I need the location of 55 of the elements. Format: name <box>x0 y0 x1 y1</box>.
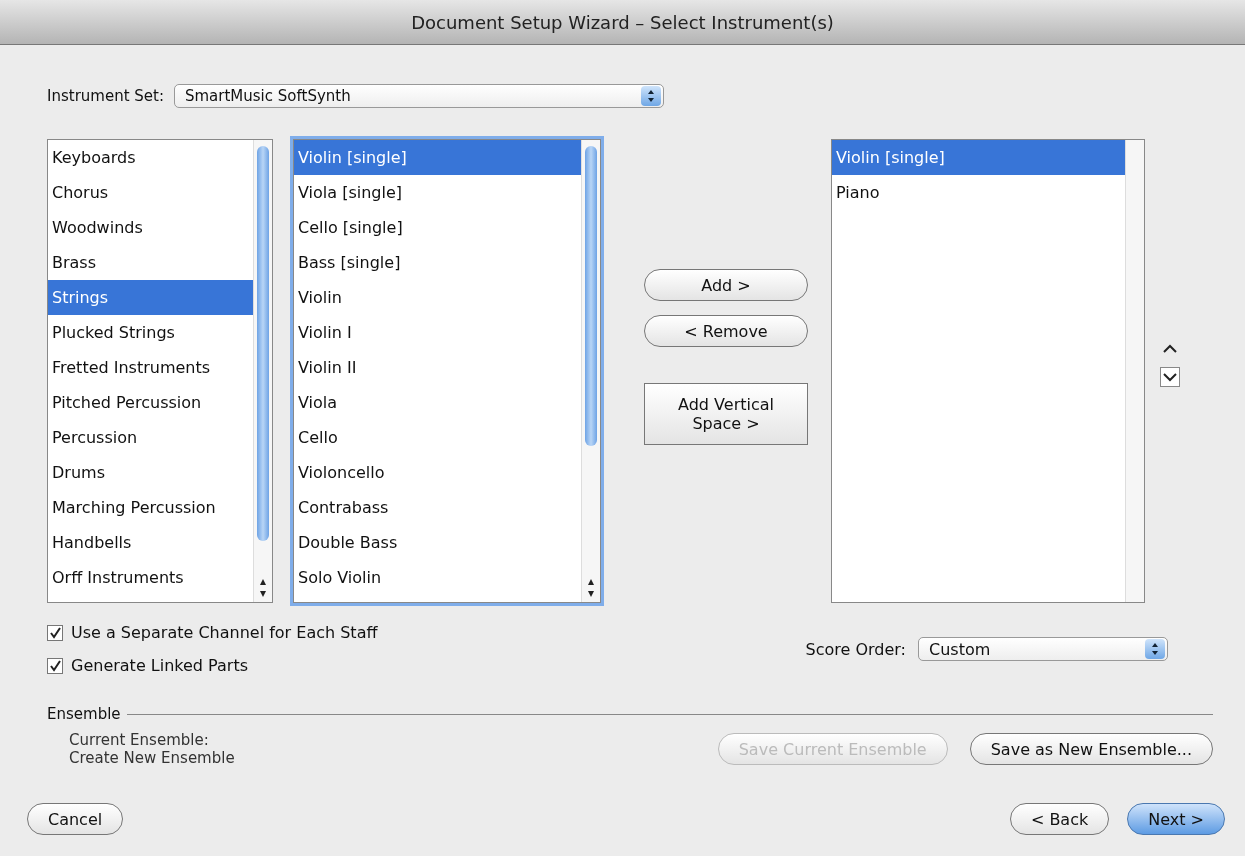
list-item[interactable]: Cello <box>294 420 581 455</box>
list-item[interactable]: Keyboards <box>48 140 253 175</box>
list-item[interactable]: Violoncello <box>294 455 581 490</box>
list-item[interactable]: Handbells <box>48 525 253 560</box>
list-item[interactable]: Marching Percussion <box>48 490 253 525</box>
list-item[interactable]: Violin I <box>294 315 581 350</box>
list-item[interactable]: Viola <box>294 385 581 420</box>
list-item[interactable]: Violin II <box>294 350 581 385</box>
list-item[interactable]: Solo Violin <box>294 560 581 595</box>
list-item[interactable]: Chorus <box>48 175 253 210</box>
list-box[interactable]: Violin [single] Piano <box>831 139 1145 603</box>
list-box[interactable]: Keyboards Chorus Woodwinds Brass Strings Plucked Strings Fretted Instruments Pitched Percussion Percussion Drums Marching Percussion Handbells Orff Instruments <box>47 139 273 603</box>
list-box[interactable]: Violin [single] Viola [single] Cello [single] Bass [single] Violin Violin I Violin II Viola Cello Violoncello Contrabass Double Bass Solo Violin <box>293 139 601 603</box>
list-item[interactable]: Brass <box>48 245 253 280</box>
list-item[interactable]: Woodwinds <box>48 210 253 245</box>
list-item[interactable]: Piano <box>832 175 1125 210</box>
transfer-button[interactable]: Add > <box>644 269 808 301</box>
window-title: Document Setup Wizard – Select Instrument(s) <box>411 11 834 33</box>
list-item[interactable]: Viola [single] <box>294 175 581 210</box>
list-item[interactable]: Cello [single] <box>294 210 581 245</box>
list-item[interactable]: Bass [single] <box>294 245 581 280</box>
list-item[interactable]: Violin <box>294 280 581 315</box>
add-space-button[interactable]: Add Vertical Space > <box>644 383 808 445</box>
checkbox[interactable] <box>47 657 63 674</box>
transfer-button[interactable]: < Remove <box>644 315 808 347</box>
list-item[interactable]: Plucked Strings <box>48 315 253 350</box>
list-item[interactable]: Fretted Instruments <box>48 350 253 385</box>
score-order-dropdown[interactable]: Custom <box>918 637 1168 661</box>
nav-button[interactable]: Next > <box>1127 803 1225 835</box>
list-item[interactable]: Percussion <box>48 420 253 455</box>
current-ensemble-label: Current Ensemble: <box>69 731 210 749</box>
list-item[interactable]: Orff Instruments <box>48 560 253 595</box>
score-order-label: Score Order: <box>805 639 906 659</box>
nav-button[interactable]: < Back <box>1009 803 1110 835</box>
checkbox-label: Generate Linked Parts <box>71 656 248 675</box>
stepper-icon[interactable] <box>1145 639 1165 659</box>
list-item[interactable]: Double Bass <box>294 525 581 560</box>
scroll-bar[interactable] <box>581 140 600 602</box>
checkbox-label: Use a Separate Channel for Each Staff <box>71 623 378 642</box>
checkbox[interactable] <box>47 624 63 641</box>
list-item[interactable]: Contrabass <box>294 490 581 525</box>
stepper-icon[interactable] <box>641 86 661 106</box>
current-ensemble-value: Create New Ensemble <box>69 749 235 767</box>
save-ensemble-button[interactable]: Save as New Ensemble... <box>969 733 1213 765</box>
list-item[interactable]: Drums <box>48 455 253 490</box>
list-item[interactable]: Strings <box>48 280 253 315</box>
list-item[interactable]: Violin [single] <box>832 140 1125 175</box>
ensemble-heading: Ensemble <box>47 705 121 723</box>
list-item[interactable]: Violin [single] <box>294 140 581 175</box>
move-down-icon[interactable] <box>1160 367 1180 387</box>
instrument-set-label: Instrument Set: <box>47 87 164 105</box>
scroll-bar[interactable] <box>253 140 272 602</box>
list-item[interactable]: Pitched Percussion <box>48 385 253 420</box>
instrument-set-dropdown[interactable]: SmartMusic SoftSynth <box>174 84 664 108</box>
cancel-button[interactable]: Cancel <box>27 803 124 835</box>
